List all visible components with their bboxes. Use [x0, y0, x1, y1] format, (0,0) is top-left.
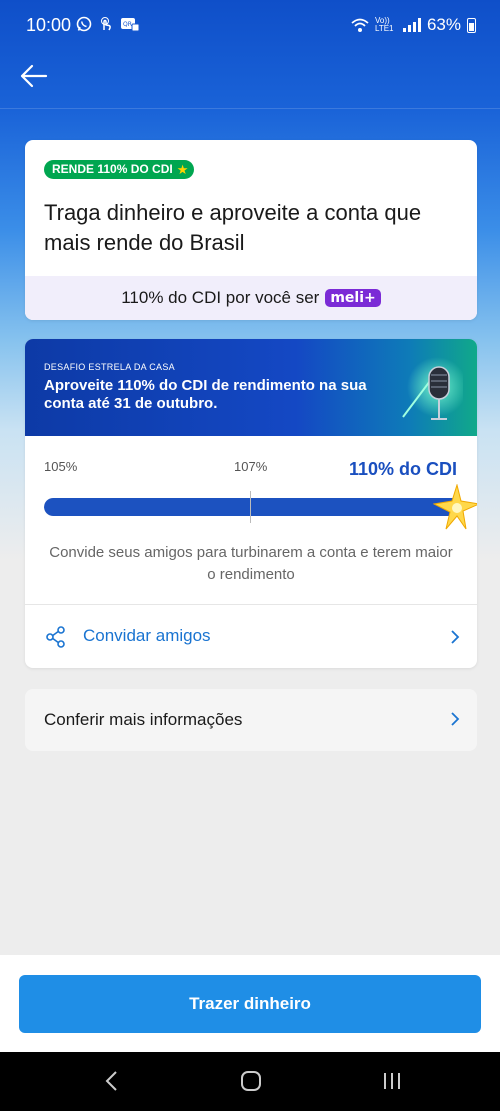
challenge-card: DESAFIO ESTRELA DA CASA Aproveite 110% d… [25, 339, 477, 668]
svg-text:QR: QR [123, 21, 132, 28]
challenge-headline: Aproveite 110% do CDI de rendimento na s… [44, 377, 367, 412]
scale-mid-label: 107% [234, 459, 268, 474]
meli-plus-logo: meli+ [325, 289, 381, 307]
status-bar: 10:00 QR Vo)) LTE1 63% [0, 0, 500, 52]
star-icon: ★ [176, 162, 189, 177]
back-button[interactable] [16, 60, 52, 92]
hero-card: RENDE 110% DO CDI ★ Traga dinheiro e apr… [25, 140, 477, 320]
signal-icon [402, 18, 421, 32]
nav-recents-icon[interactable] [382, 1070, 402, 1092]
invite-friends-label: Convidar amigos [83, 626, 211, 645]
challenge-kicker: DESAFIO ESTRELA DA CASA [44, 362, 175, 372]
progress-midpoint-tick [250, 491, 251, 523]
back-arrow-icon [20, 64, 48, 88]
touch-icon [101, 17, 111, 31]
share-icon [46, 626, 65, 648]
current-rate-label: 110% do CDI [348, 459, 457, 479]
progress-fill [44, 498, 464, 516]
system-navigation-bar [0, 1052, 500, 1111]
meli-benefit-band: 110% do CDI por você ser meli+ [25, 276, 477, 320]
card-icon: QR [121, 18, 140, 32]
bring-money-button[interactable]: Trazer dinheiro [19, 975, 481, 1033]
network-label: Vo)) LTE1 [374, 16, 394, 33]
microphone-icon [402, 357, 463, 420]
nav-back-icon[interactable] [104, 1070, 118, 1092]
more-info-label: Conferir mais informações [44, 710, 243, 729]
status-right: Vo)) LTE1 63% [351, 15, 476, 35]
wifi-icon [351, 18, 369, 32]
invite-friends-button[interactable]: Convidar amigos [25, 605, 477, 668]
progress-track [44, 498, 464, 516]
hero-title: Traga dinheiro e aproveite a conta que m… [44, 200, 422, 255]
status-time: 10:00 [26, 15, 72, 35]
more-info-button[interactable]: Conferir mais informações [25, 689, 477, 751]
notification-icons: QR [76, 16, 140, 32]
bottom-action-area: Trazer dinheiro [0, 955, 500, 1052]
nav-home-icon[interactable] [240, 1070, 262, 1092]
battery-level: 63% [426, 15, 461, 34]
chevron-right-icon [451, 712, 460, 726]
whatsapp-icon [76, 16, 92, 32]
chevron-right-icon [451, 630, 460, 644]
battery-icon [467, 17, 476, 33]
meli-benefit-text: 110% do CDI por você ser [121, 288, 320, 307]
scale-start-label: 105% [44, 459, 78, 474]
challenge-banner: DESAFIO ESTRELA DA CASA Aproveite 110% d… [25, 339, 477, 436]
header-divider [0, 108, 500, 109]
rate-badge: RENDE 110% DO CDI ★ [44, 160, 195, 179]
rate-badge-label: RENDE 110% DO CDI [52, 162, 173, 176]
sparkle-star-icon [433, 484, 477, 530]
invite-description: Convide seus amigos para turbinarem a co… [49, 544, 453, 583]
